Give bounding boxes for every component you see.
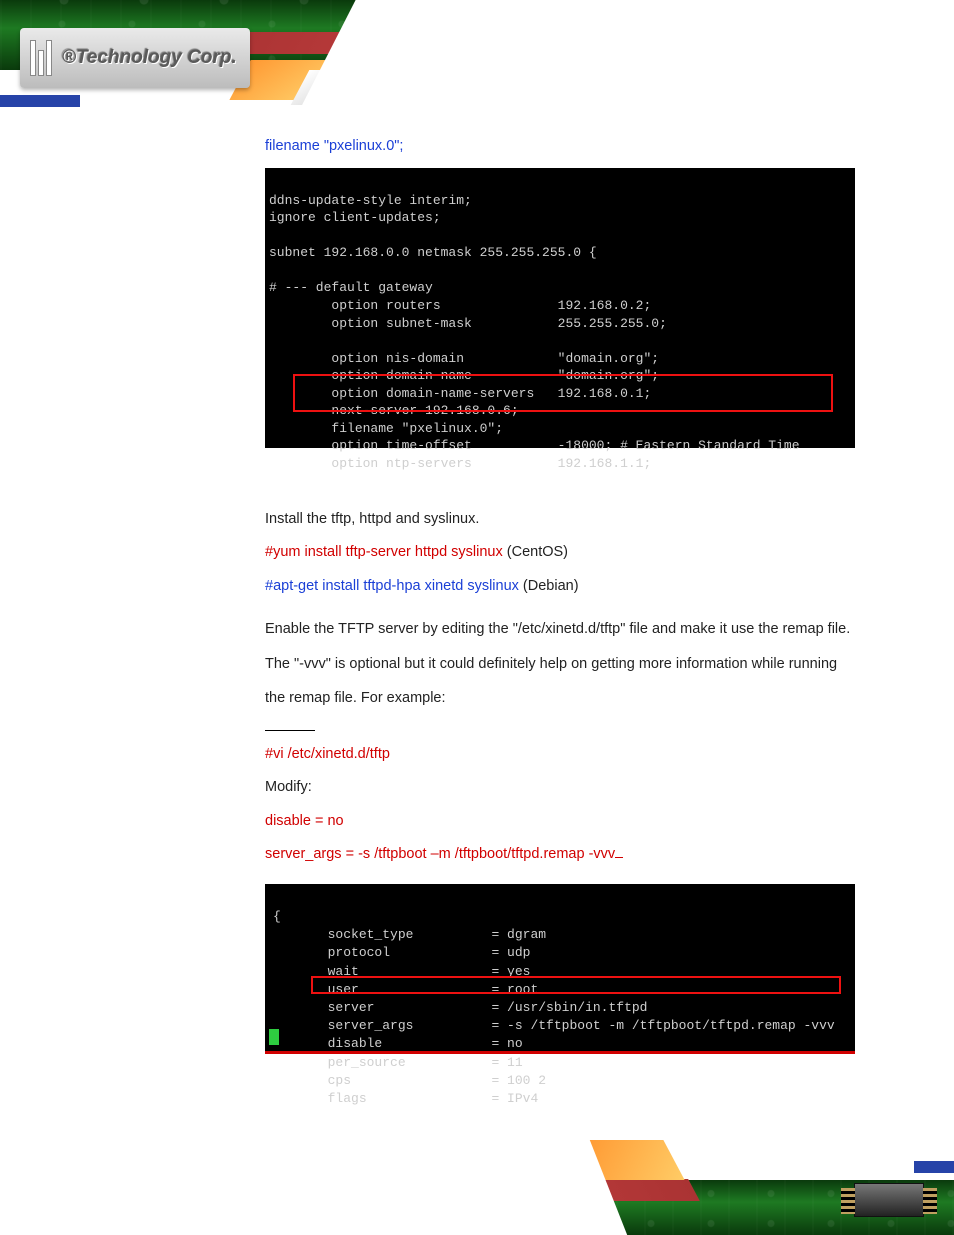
term2-r10b: = IPv4 bbox=[491, 1091, 538, 1106]
term2-r1a: socket_type bbox=[273, 927, 413, 942]
term2-r3b: = yes bbox=[491, 964, 530, 979]
term2-r7b: = no bbox=[491, 1036, 522, 1051]
term1-l2: ignore client-updates; bbox=[269, 210, 441, 225]
term1-l7b: "domain.org"; bbox=[558, 351, 659, 366]
term1-l8a: option domain-name bbox=[269, 368, 472, 383]
term1-l10: next-server 192.168.0.6; bbox=[269, 403, 519, 418]
page-content: filename "pxelinux.0"; ddns-update-style… bbox=[265, 135, 854, 1054]
term1-l8b: "domain.org"; bbox=[558, 368, 659, 383]
brand-name: ®Technology Corp. bbox=[62, 47, 237, 69]
config-line-filename: filename "pxelinux.0"; bbox=[265, 135, 854, 158]
header-banner: ®Technology Corp. bbox=[0, 0, 954, 120]
term2-r9a: cps bbox=[273, 1073, 351, 1088]
divider bbox=[265, 730, 315, 731]
yum-note: (CentOS) bbox=[503, 544, 568, 560]
footer-white-patch bbox=[0, 1105, 640, 1235]
apt-command: #apt-get install tftpd-hpa xinetd syslin… bbox=[265, 578, 519, 594]
terminal-cursor-icon bbox=[269, 1029, 279, 1045]
term2-r4a: user bbox=[273, 982, 359, 997]
term2-r1b: = dgram bbox=[491, 927, 546, 942]
term2-r6b: = -s /tftpboot -m /tftpboot/tftpd.remap … bbox=[491, 1018, 834, 1033]
term1-l6a: option subnet-mask bbox=[269, 316, 472, 331]
term1-l9a: option domain-name-servers bbox=[269, 386, 534, 401]
enable-tftp-instruction: Enable the TFTP server by editing the "/… bbox=[265, 612, 854, 716]
header-blue-accent bbox=[0, 95, 80, 107]
term1-l3: subnet 192.168.0.0 netmask 255.255.255.0… bbox=[269, 245, 597, 260]
term2-r10a: flags bbox=[273, 1091, 367, 1106]
term1-l5a: option routers bbox=[269, 298, 441, 313]
term2-r2a: protocol bbox=[273, 945, 390, 960]
term1-l1: ddns-update-style interim; bbox=[269, 193, 472, 208]
term1-l13a: option ntp-servers bbox=[269, 456, 472, 471]
term1-l13b: 192.168.1.1; bbox=[558, 456, 652, 471]
config-server-args: server_args = -s /tftpboot –m /tftpboot/… bbox=[265, 843, 854, 866]
term1-l12b: -18000; # Eastern Standard Time bbox=[558, 438, 800, 453]
footer-banner bbox=[0, 1105, 954, 1235]
yum-command: #yum install tftp-server httpd syslinux bbox=[265, 544, 503, 560]
term2-r5b: = /usr/sbin/in.tftpd bbox=[491, 1000, 647, 1015]
term2-r8b: = 11 bbox=[491, 1055, 522, 1070]
term2-r8a: per_source bbox=[273, 1055, 406, 1070]
logo-mark-icon bbox=[30, 40, 52, 76]
vi-command: #vi /etc/xinetd.d/tftp bbox=[265, 743, 854, 766]
xinetd-tftp-screenshot: { socket_type = dgram protocol = udp wai… bbox=[265, 884, 855, 1054]
config-disable: disable = no bbox=[265, 810, 854, 833]
install-instruction: Install the tftp, httpd and syslinux. bbox=[265, 508, 854, 531]
term2-r3a: wait bbox=[273, 964, 359, 979]
yum-command-line: #yum install tftp-server httpd syslinux … bbox=[265, 541, 854, 564]
header-white-patch bbox=[274, 0, 954, 120]
term1-l5b: 192.168.0.2; bbox=[558, 298, 652, 313]
term2-r7a: disable bbox=[273, 1036, 382, 1051]
term1-l11: filename "pxelinux.0"; bbox=[269, 421, 503, 436]
dhcpd-config-screenshot: ddns-update-style interim; ignore client… bbox=[265, 168, 855, 448]
highlight-box-2 bbox=[311, 976, 841, 994]
term1-l6b: 255.255.255.0; bbox=[558, 316, 667, 331]
term1-l4: # --- default gateway bbox=[269, 280, 433, 295]
term2-r6a: server_args bbox=[273, 1018, 413, 1033]
term1-l12a: option time-offset bbox=[269, 438, 472, 453]
footer-blue-accent bbox=[914, 1161, 954, 1173]
apt-command-line: #apt-get install tftpd-hpa xinetd syslin… bbox=[265, 575, 854, 598]
term2-r2b: = udp bbox=[491, 945, 530, 960]
modify-label: Modify: bbox=[265, 776, 854, 799]
term2-r5a: server bbox=[273, 1000, 374, 1015]
term2-r4b: = root bbox=[491, 982, 538, 997]
term1-l7a: option nis-domain bbox=[269, 351, 464, 366]
term2-r9b: = 100 2 bbox=[491, 1073, 546, 1088]
term1-l9b: 192.168.0.1; bbox=[558, 386, 652, 401]
brand-logo: ®Technology Corp. bbox=[20, 28, 250, 88]
apt-note: (Debian) bbox=[519, 578, 579, 594]
chip-icon bbox=[854, 1183, 924, 1217]
